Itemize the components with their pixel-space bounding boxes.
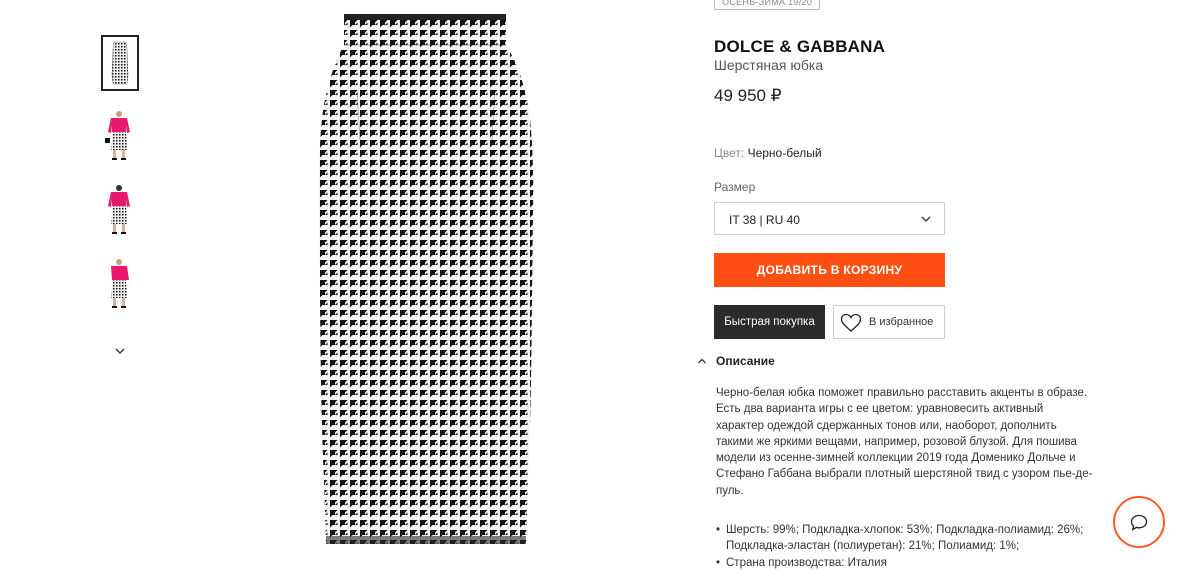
description-heading: Описание — [716, 354, 775, 368]
spec-composition: Шерсть: 99%; Подкладка-хлопок: 53%; Подк… — [716, 522, 1100, 555]
thumbnail-model-side[interactable] — [101, 258, 137, 312]
add-to-cart-button[interactable]: ДОБАВИТЬ В КОРЗИНУ — [714, 253, 945, 287]
thumbnail-model-front[interactable] — [101, 110, 137, 164]
chat-bubble-icon — [1130, 514, 1148, 531]
season-badge: ОСЕНЬ-ЗИМА 19/20 — [714, 0, 821, 10]
product-image — [318, 14, 534, 544]
size-select[interactable]: IT 38 | RU 40 — [714, 202, 945, 235]
chat-button[interactable] — [1113, 496, 1165, 548]
size-label: Размер — [714, 180, 756, 194]
color-value: Черно-белый — [747, 146, 822, 160]
chevron-down-icon[interactable] — [112, 343, 128, 359]
chevron-down-icon — [921, 216, 931, 222]
spec-country: Страна производства: Италия — [716, 555, 1100, 571]
favorites-label: В избранное — [869, 316, 934, 328]
color-info: Цвет: Черно-белый — [714, 146, 822, 160]
quick-buy-button[interactable]: Быстрая покупка — [714, 305, 825, 339]
add-to-favorites-button[interactable]: В избранное — [833, 305, 945, 339]
thumbnail-skirt-front[interactable] — [101, 35, 139, 91]
brand-name[interactable]: DOLCE & GABBANA — [714, 37, 885, 57]
product-name: Шерстяная юбка — [714, 57, 824, 73]
size-selected-value: IT 38 | RU 40 — [729, 213, 800, 227]
color-label: Цвет: — [714, 146, 745, 160]
product-specs: Шерсть: 99%; Подкладка-хлопок: 53%; Подк… — [716, 522, 1100, 571]
chevron-up-icon — [698, 358, 706, 364]
product-price: 49 950 ₽ — [714, 86, 782, 105]
thumbnail-model-back[interactable] — [101, 184, 137, 238]
heart-icon — [840, 313, 862, 332]
description-text: Черно-белая юбка поможет правильно расст… — [716, 387, 1093, 497]
